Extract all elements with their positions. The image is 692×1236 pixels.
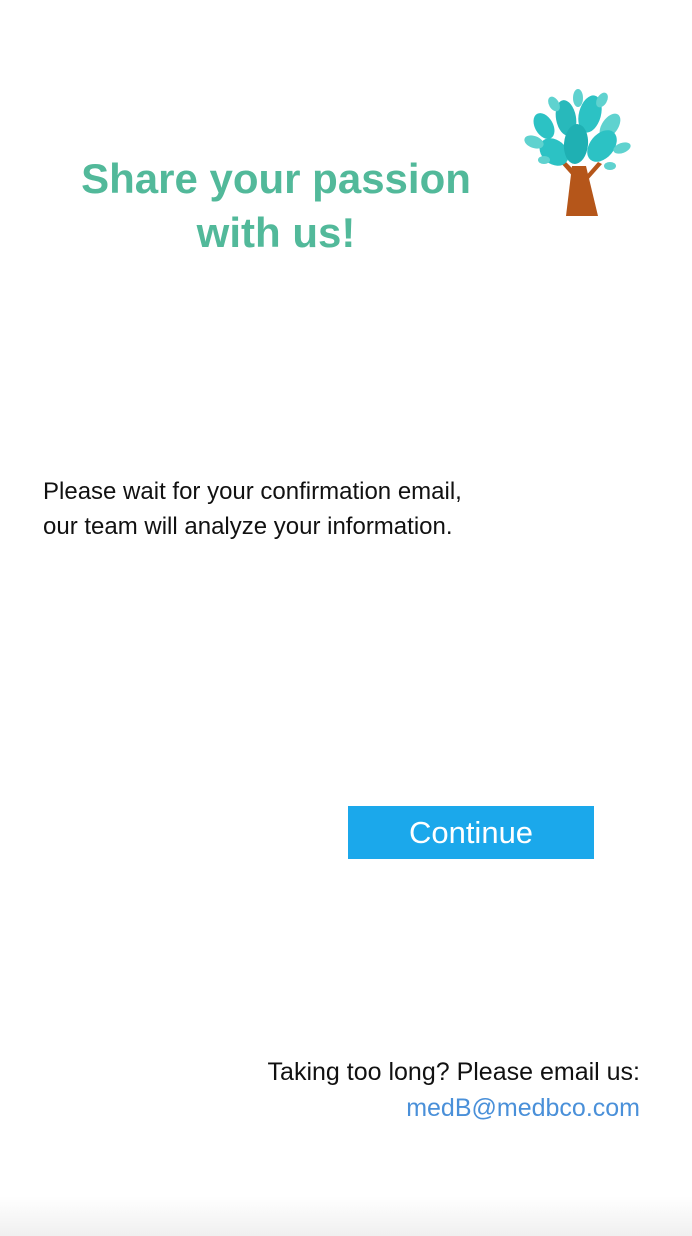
tree-icon — [514, 84, 634, 224]
title-line-2: with us! — [196, 209, 356, 256]
bottom-shade — [0, 1196, 692, 1236]
message-line-2: our team will analyze your information. — [43, 513, 453, 540]
page-title: Share your passion with us! — [36, 152, 516, 260]
confirmation-message: Please wait for your confirmation email,… — [43, 474, 603, 544]
title-line-1: Share your passion — [81, 155, 471, 202]
support-email-link[interactable]: medB@medbco.com — [268, 1090, 640, 1126]
support-footer: Taking too long? Please email us: medB@m… — [268, 1054, 640, 1126]
message-line-1: Please wait for your confirmation email, — [43, 478, 462, 505]
continue-button[interactable]: Continue — [348, 806, 594, 859]
support-note: Taking too long? Please email us: — [267, 1058, 640, 1086]
